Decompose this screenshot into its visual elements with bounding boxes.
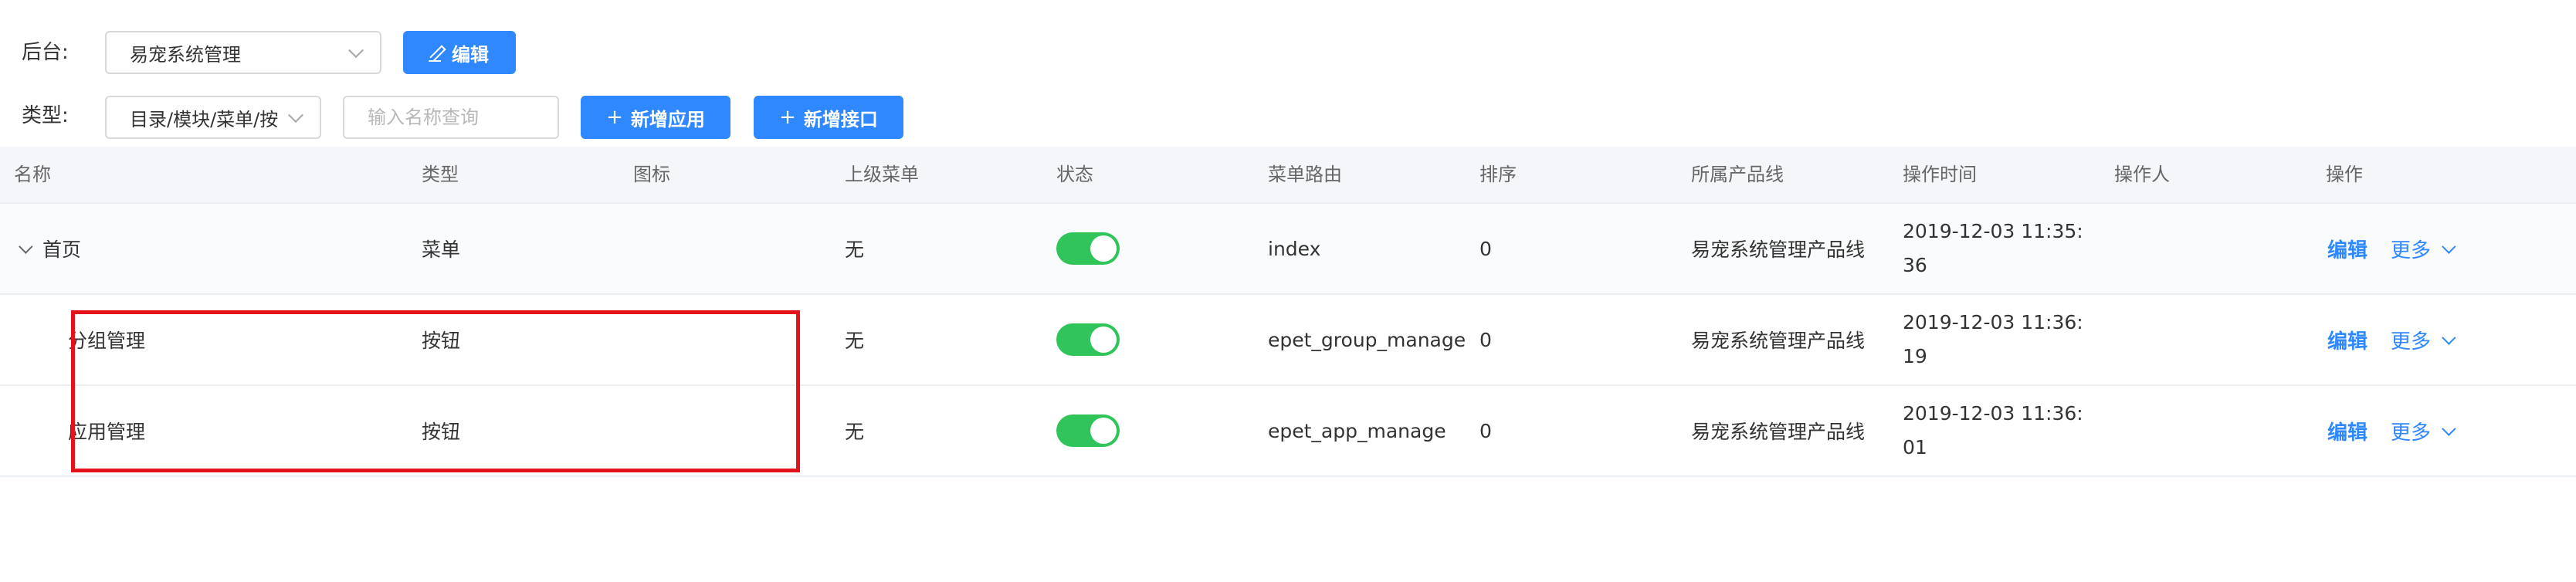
- row-status-cell: [1056, 295, 1120, 384]
- menu-table: 名称 类型 图标 上级菜单 状态 菜单路由 排序 所属产品线 操作时间 操作人 …: [0, 147, 2576, 477]
- row-actions: 编辑 更多: [2327, 295, 2456, 384]
- row-edit-link[interactable]: 编辑: [2327, 417, 2368, 445]
- row-status-cell: [1056, 386, 1120, 475]
- header-type: 类型: [422, 164, 459, 185]
- header-actions: 操作: [2326, 164, 2363, 185]
- row-more-dropdown[interactable]: 更多: [2391, 417, 2456, 445]
- status-toggle[interactable]: [1056, 232, 1120, 265]
- row-parent: 无: [845, 330, 865, 352]
- row-op-time: 2019-12-03 11:36:01: [1903, 402, 2083, 458]
- header-parent: 上级菜单: [845, 164, 919, 185]
- backend-label: 后台:: [22, 41, 69, 64]
- row-name: 首页: [42, 239, 82, 261]
- row-status-cell: [1056, 204, 1120, 293]
- add-api-button-label: 新增接口: [803, 108, 878, 130]
- row-edit-link[interactable]: 编辑: [2327, 326, 2368, 354]
- row-more-label: 更多: [2391, 239, 2432, 262]
- header-order: 排序: [1480, 164, 1517, 185]
- header-name: 名称: [14, 164, 51, 185]
- row-type: 菜单: [422, 239, 461, 261]
- status-toggle[interactable]: [1056, 415, 1120, 447]
- header-op-time: 操作时间: [1903, 164, 1977, 185]
- row-op-time: 2019-12-03 11:35:36: [1903, 220, 2083, 276]
- row-op-time: 2019-12-03 11:36:19: [1903, 311, 2083, 367]
- row-order: 0: [1480, 237, 1492, 260]
- chevron-down-icon: [2442, 330, 2456, 345]
- row-route: index: [1268, 237, 1321, 260]
- status-toggle[interactable]: [1056, 323, 1120, 356]
- row-name: 应用管理: [68, 421, 146, 443]
- plus-icon: +: [606, 106, 623, 129]
- toggle-knob: [1090, 418, 1117, 444]
- type-label: 类型:: [22, 104, 69, 127]
- row-name-cell: 首页: [19, 204, 81, 293]
- chevron-down-icon: [288, 107, 303, 124]
- table-row: 首页 菜单 无 index 0 易宠系统管理产品线 2019-12-03 11:…: [0, 204, 2576, 295]
- backend-select-value: 易宠系统管理: [130, 43, 241, 66]
- header-product-line: 所属产品线: [1691, 164, 1784, 185]
- search-input[interactable]: [343, 96, 559, 139]
- chevron-down-icon: [348, 42, 364, 59]
- header-status: 状态: [1056, 164, 1093, 185]
- row-route: epet_app_manage: [1268, 419, 1446, 442]
- add-api-button[interactable]: + 新增接口: [754, 96, 903, 139]
- toggle-knob: [1090, 327, 1117, 353]
- row-type: 按钮: [422, 421, 461, 443]
- add-app-button-label: 新增应用: [630, 108, 705, 130]
- type-select-value: 目录/模块/菜单/按: [130, 108, 279, 130]
- row-parent: 无: [845, 239, 865, 261]
- row-actions: 编辑 更多: [2327, 204, 2456, 293]
- edit-button-label: 编辑: [452, 43, 489, 66]
- row-name: 分组管理: [68, 330, 146, 352]
- type-select[interactable]: 目录/模块/菜单/按: [105, 96, 321, 139]
- header-route: 菜单路由: [1268, 164, 1342, 185]
- row-product-line: 易宠系统管理产品线: [1691, 239, 1866, 261]
- page: 后台: 易宠系统管理 编辑 类型: 目录/模块/菜单/按 + 新增应用 + 新增…: [0, 0, 2576, 582]
- row-more-label: 更多: [2391, 330, 2432, 354]
- table-row: 分组管理 按钮 无 epet_group_manage 0 易宠系统管理产品线 …: [0, 295, 2576, 386]
- backend-select[interactable]: 易宠系统管理: [105, 31, 381, 74]
- header-icon: 图标: [633, 164, 670, 185]
- header-operator: 操作人: [2114, 164, 2170, 185]
- toggle-knob: [1090, 235, 1117, 262]
- row-route: epet_group_manage: [1268, 328, 1466, 351]
- expand-chevron-icon[interactable]: [19, 239, 33, 254]
- row-order: 0: [1480, 419, 1492, 442]
- row-edit-link[interactable]: 编辑: [2327, 235, 2368, 263]
- edit-button[interactable]: 编辑: [403, 31, 516, 74]
- row-order: 0: [1480, 328, 1492, 351]
- chevron-down-icon: [2442, 421, 2456, 436]
- row-type: 按钮: [422, 330, 461, 352]
- table-header: 名称 类型 图标 上级菜单 状态 菜单路由 排序 所属产品线 操作时间 操作人 …: [0, 147, 2576, 204]
- row-more-dropdown[interactable]: 更多: [2391, 235, 2456, 263]
- row-product-line: 易宠系统管理产品线: [1691, 330, 1866, 352]
- row-parent: 无: [845, 421, 865, 443]
- row-actions: 编辑 更多: [2327, 386, 2456, 475]
- add-app-button[interactable]: + 新增应用: [581, 96, 730, 139]
- pencil-icon: [429, 46, 442, 62]
- table-row: 应用管理 按钮 无 epet_app_manage 0 易宠系统管理产品线 20…: [0, 386, 2576, 477]
- plus-icon: +: [779, 106, 796, 129]
- row-more-dropdown[interactable]: 更多: [2391, 326, 2456, 354]
- chevron-down-icon: [2442, 239, 2456, 254]
- row-more-label: 更多: [2391, 421, 2432, 445]
- row-product-line: 易宠系统管理产品线: [1691, 421, 1866, 443]
